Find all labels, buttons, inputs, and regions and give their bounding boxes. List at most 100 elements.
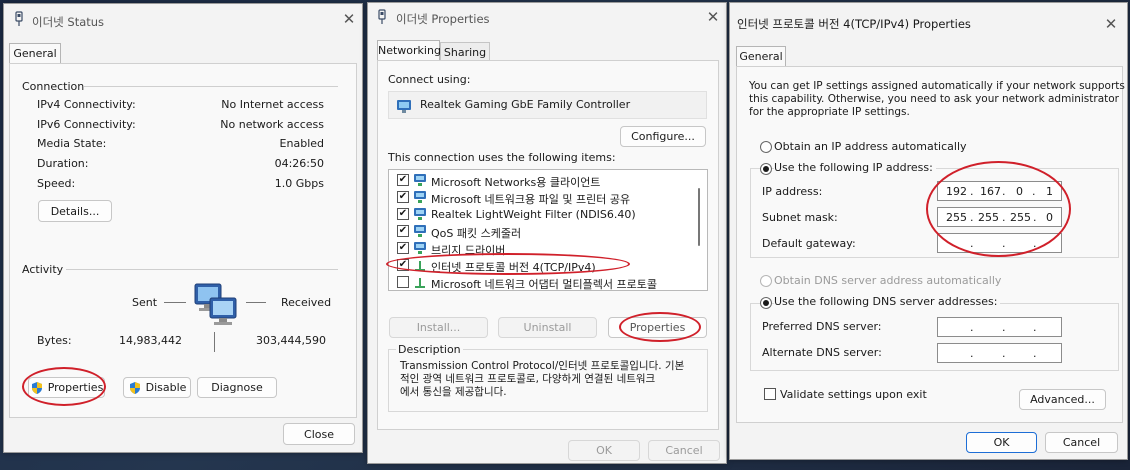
network-adapter-icon — [15, 11, 23, 26]
uninstall-button-label: Uninstall — [523, 321, 572, 334]
properties-button[interactable]: Properties — [28, 377, 105, 398]
uac-shield-icon — [129, 381, 140, 394]
duration-label: Duration: — [37, 157, 89, 170]
advanced-button-label: Advanced... — [1030, 393, 1095, 406]
network-filter-icon — [414, 208, 426, 220]
cancel-button[interactable]: Cancel — [1045, 432, 1118, 453]
tab-general[interactable]: General — [736, 46, 786, 67]
configure-button-label: Configure... — [631, 130, 695, 143]
speed-value: 1.0 Gbps — [274, 177, 324, 190]
title-bar[interactable]: 이더넷 Status ✕ — [4, 4, 362, 36]
ok-button[interactable]: OK — [568, 440, 640, 461]
uninstall-button[interactable]: Uninstall — [498, 317, 597, 338]
validate-checkbox[interactable] — [764, 388, 776, 400]
install-button[interactable]: Install... — [389, 317, 488, 338]
close-icon[interactable]: ✕ — [340, 10, 358, 28]
obtain-ip-auto-radio[interactable] — [760, 141, 772, 153]
validate-label: Validate settings upon exit — [780, 388, 927, 401]
cancel-button[interactable]: Cancel — [648, 440, 720, 461]
item-label: QoS 패킷 스케줄러 — [431, 227, 522, 240]
ip-octet: 192 — [946, 185, 967, 198]
item-checkbox[interactable]: ✔ — [397, 191, 409, 203]
alternate-dns-field[interactable]: . . . — [937, 343, 1062, 363]
ip-octet: 255 — [1010, 211, 1031, 224]
general-panel — [9, 63, 357, 418]
advanced-button[interactable]: Advanced... — [1019, 389, 1106, 410]
octet-dot: . — [1033, 237, 1037, 250]
network-adapter-icon — [397, 100, 411, 113]
description-text: Transmission Control Protocol/인터넷 프로토콜입니… — [400, 360, 685, 398]
description-heading: Description — [396, 343, 463, 356]
sent-label: Sent — [132, 296, 158, 309]
activity-divider — [66, 269, 338, 270]
list-item[interactable]: Microsoft 네트워크 어댑터 멀티플렉서 프로토콜 — [389, 274, 695, 290]
close-button-label: Close — [304, 427, 334, 441]
default-gateway-field[interactable]: . . . — [937, 233, 1062, 253]
tab-sharing[interactable]: Sharing — [440, 42, 490, 61]
item-checkbox[interactable]: ✔ — [397, 259, 409, 271]
list-item[interactable]: ✔ Microsoft Networks용 클라이언트 — [389, 172, 695, 189]
list-item[interactable]: ✔ QoS 패킷 스케줄러 — [389, 223, 695, 240]
dns-group — [750, 303, 1119, 371]
subnet-mask-field[interactable]: 255. 255. 255. 0 — [937, 207, 1062, 227]
close-icon[interactable]: ✕ — [1102, 15, 1120, 33]
ip-address-field[interactable]: 192. 167. 0. 1 — [937, 181, 1062, 201]
octet-dot: . — [1033, 321, 1037, 334]
use-following-dns-radio[interactable] — [760, 297, 772, 309]
configure-button[interactable]: Configure... — [620, 126, 706, 147]
ok-button[interactable]: OK — [966, 432, 1037, 453]
details-button[interactable]: Details... — [38, 200, 112, 222]
bytes-received-value: 303,444,590 — [256, 334, 326, 347]
ip-octet: 255 — [946, 211, 967, 224]
ip-address-label: IP address: — [762, 185, 823, 198]
close-button[interactable]: Close — [283, 423, 355, 445]
speed-label: Speed: — [37, 177, 76, 190]
octet-dot: . — [1033, 347, 1037, 360]
components-list[interactable]: ✔ Microsoft Networks용 클라이언트 ✔ Microsoft … — [388, 169, 708, 291]
title-bar[interactable]: 이더넷 Properties ✕ — [368, 3, 726, 35]
item-label: Realtek LightWeight Filter (NDIS6.40) — [431, 208, 636, 221]
items-label: This connection uses the following items… — [388, 151, 616, 164]
tab-general[interactable]: General — [9, 43, 61, 64]
item-checkbox[interactable]: ✔ — [397, 242, 409, 254]
uac-shield-icon — [31, 381, 42, 394]
intro-text: You can get IP settings assigned automat… — [749, 80, 1125, 118]
preferred-dns-field[interactable]: . . . — [937, 317, 1062, 337]
tab-general-label: General — [739, 50, 783, 63]
disable-button[interactable]: Disable — [123, 377, 191, 398]
title-bar[interactable]: 인터넷 프로토콜 버전 4(TCP/IPv4) Properties ✕ — [730, 3, 1127, 35]
octet-dot: . — [1032, 185, 1036, 198]
item-checkbox[interactable]: ✔ — [397, 174, 409, 186]
obtain-dns-auto-label: Obtain DNS server address automatically — [774, 274, 1002, 287]
media-state-value: Enabled — [279, 137, 324, 150]
close-icon[interactable]: ✕ — [704, 8, 722, 26]
item-checkbox[interactable] — [397, 276, 409, 288]
list-item[interactable]: ✔ Microsoft 네트워크용 파일 및 프린터 공유 — [389, 189, 695, 206]
list-item[interactable]: ✔ 브리지 드라이버 — [389, 240, 695, 257]
ip-octet: 0 — [1046, 211, 1053, 224]
list-item[interactable]: ✔ Realtek LightWeight Filter (NDIS6.40) — [389, 206, 695, 223]
diagnose-button-label: Diagnose — [211, 381, 263, 394]
ipv6-label: IPv6 Connectivity: — [37, 118, 136, 131]
octet-dot: . — [970, 211, 974, 224]
properties-button-label: Properties — [629, 321, 686, 334]
ethernet-properties-window: 이더넷 Properties ✕ Networking Sharing Conn… — [367, 2, 727, 464]
adapter-name: Realtek Gaming GbE Family Controller — [420, 98, 631, 111]
use-following-ip-radio[interactable] — [760, 163, 772, 175]
bytes-label: Bytes: — [37, 334, 72, 347]
item-checkbox[interactable]: ✔ — [397, 208, 409, 220]
list-scrollbar[interactable] — [698, 188, 700, 246]
properties-button-label: Properties — [47, 381, 104, 394]
octet-dot: . — [970, 185, 974, 198]
properties-button[interactable]: Properties — [608, 317, 707, 338]
item-label: 브리지 드라이버 — [431, 244, 506, 257]
list-item[interactable]: ✔ 인터넷 프로토콜 버전 4(TCP/IPv4) — [389, 257, 695, 274]
obtain-dns-auto-radio[interactable] — [760, 275, 772, 287]
diagnose-button[interactable]: Diagnose — [197, 377, 277, 398]
window-title: 인터넷 프로토콜 버전 4(TCP/IPv4) Properties — [737, 17, 971, 31]
octet-dot: . — [970, 321, 974, 334]
tab-networking[interactable]: Networking — [377, 40, 441, 61]
item-checkbox[interactable]: ✔ — [397, 225, 409, 237]
connection-heading: Connection — [22, 80, 85, 93]
ip-octet: 167 — [980, 185, 1001, 198]
